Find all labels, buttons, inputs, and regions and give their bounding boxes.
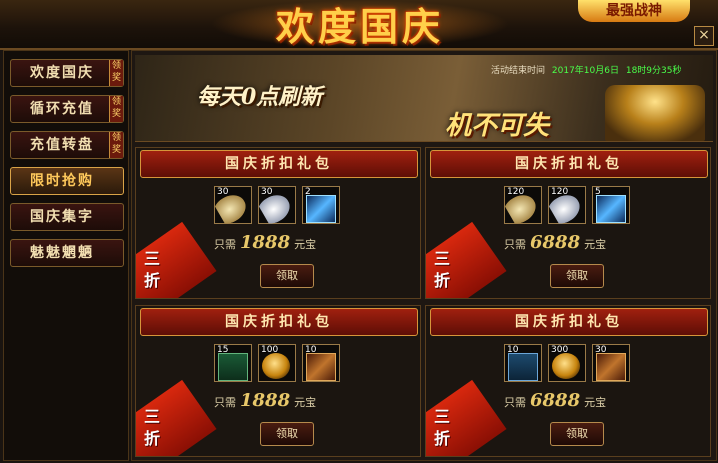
item-slot[interactable]: 30 <box>213 186 252 227</box>
claim-tag: 领奖 <box>109 60 123 86</box>
item-slot[interactable]: 10 <box>504 344 542 382</box>
blue-wing-icon <box>596 195 626 223</box>
sidebar-item-label: 限时抢购 <box>30 173 94 189</box>
pack-title: 国庆折扣礼包 <box>430 308 708 336</box>
price-prefix: 只需 <box>504 238 526 251</box>
sidebar-item-word-collect[interactable]: 国庆集字 <box>10 203 124 231</box>
sidebar-item-label: 充值转盘 <box>30 137 94 153</box>
pack-price: 只需 6888 元宝 <box>504 232 704 253</box>
item-slot[interactable]: 10 <box>302 344 340 382</box>
discount-label: 三折 <box>144 407 161 448</box>
gold-egg-icon <box>262 353 290 379</box>
event-title: 欢度国庆 <box>275 4 444 49</box>
claim-button[interactable]: 领取 <box>550 264 604 288</box>
item-slot[interactable]: 120 <box>547 186 586 227</box>
price-currency: 元宝 <box>584 238 607 251</box>
gift-pack-card: 国庆折扣礼包 120 120 5 只需 6888 元宝 领取 三折 <box>425 147 711 299</box>
pack-price: 只需 6888 元宝 <box>504 390 704 411</box>
event-window: 欢度国庆 最强战神 × 欢度国庆 领奖 循环充值 领奖 充值转盘 领奖 限时抢购… <box>0 0 718 463</box>
event-timer: 活动结束时间 2017年10月6日 18时9分35秒 <box>491 63 682 76</box>
blue-wing-icon <box>306 195 336 223</box>
green-book-icon <box>218 353 248 381</box>
timer-date: 2017年10月6日 <box>551 66 619 76</box>
sidebar-item-flash-sale[interactable]: 限时抢购 <box>10 167 124 195</box>
pack-price: 只需 1888 元宝 <box>214 232 414 253</box>
item-slot[interactable]: 30 <box>592 344 630 382</box>
item-slot[interactable]: 15 <box>214 344 252 382</box>
slogan-refresh: 每天0点刷新 <box>197 84 323 110</box>
item-slot[interactable]: 2 <box>302 186 340 224</box>
sidebar-item-label: 循环充值 <box>30 101 94 117</box>
sidebar-item-national-day[interactable]: 欢度国庆 领奖 <box>10 59 124 87</box>
claim-tag: 领奖 <box>109 132 123 158</box>
item-slot[interactable]: 100 <box>258 344 296 382</box>
price-prefix: 只需 <box>214 396 236 409</box>
treasure-chest-icon <box>605 85 705 141</box>
pack-title: 国庆折扣礼包 <box>140 150 418 178</box>
item-slot[interactable]: 300 <box>548 344 586 382</box>
claim-tag: 领奖 <box>109 96 123 122</box>
corner-badge: 最强战神 <box>578 0 690 22</box>
scroll-icon <box>596 353 626 381</box>
slogan-dont-miss: 机不可失 <box>445 111 550 141</box>
price-amount: 1888 <box>240 232 291 253</box>
price-currency: 元宝 <box>584 396 607 409</box>
gift-pack-card: 国庆折扣礼包 15 100 10 只需 1888 元宝 领取 三折 <box>135 305 421 457</box>
price-amount: 6888 <box>530 390 581 411</box>
discount-label: 三折 <box>434 407 451 448</box>
item-slot[interactable]: 30 <box>257 186 296 227</box>
price-prefix: 只需 <box>214 238 236 251</box>
price-currency: 元宝 <box>294 396 317 409</box>
gold-egg-icon <box>552 353 580 379</box>
item-slot[interactable]: 5 <box>592 186 630 224</box>
sidebar-item-recharge-wheel[interactable]: 充值转盘 领奖 <box>10 131 124 159</box>
blue-book-icon <box>508 353 538 381</box>
pack-title: 国庆折扣礼包 <box>430 150 708 178</box>
claim-button[interactable]: 领取 <box>260 264 314 288</box>
sidebar-item-label: 欢度国庆 <box>30 65 94 81</box>
hero-banner: 活动结束时间 2017年10月6日 18时9分35秒 每天0点刷新 机不可失 <box>135 55 713 142</box>
sidebar-item-recharge-loop[interactable]: 循环充值 领奖 <box>10 95 124 123</box>
close-button[interactable]: × <box>694 26 714 46</box>
sidebar-item-label: 魅魅魍魉 <box>30 245 94 261</box>
claim-button[interactable]: 领取 <box>260 422 314 446</box>
pack-price: 只需 1888 元宝 <box>214 390 414 411</box>
price-prefix: 只需 <box>504 396 526 409</box>
timer-remaining: 18时9分35秒 <box>625 66 682 76</box>
price-currency: 元宝 <box>294 238 317 251</box>
claim-button[interactable]: 领取 <box>550 422 604 446</box>
scroll-icon <box>306 353 336 381</box>
content-panel: 活动结束时间 2017年10月6日 18时9分35秒 每天0点刷新 机不可失 国… <box>131 50 717 461</box>
gift-pack-card: 国庆折扣礼包 10 300 30 只需 6888 元宝 领取 三折 <box>425 305 711 457</box>
discount-label: 三折 <box>434 249 451 290</box>
title-banner: 欢度国庆 最强战神 × <box>0 0 718 50</box>
price-amount: 6888 <box>530 232 581 253</box>
sidebar-item-monsters[interactable]: 魅魅魍魉 <box>10 239 124 267</box>
sidebar-item-label: 国庆集字 <box>30 209 94 225</box>
gift-pack-card: 国庆折扣礼包 30 30 2 只需 1888 元宝 领取 三折 <box>135 147 421 299</box>
item-slot[interactable]: 120 <box>503 186 542 227</box>
price-amount: 1888 <box>240 390 291 411</box>
pack-title: 国庆折扣礼包 <box>140 308 418 336</box>
timer-label: 活动结束时间 <box>491 66 546 76</box>
discount-label: 三折 <box>144 249 161 290</box>
sidebar: 欢度国庆 领奖 循环充值 领奖 充值转盘 领奖 限时抢购 国庆集字 魅魅魍魉 <box>3 50 129 461</box>
